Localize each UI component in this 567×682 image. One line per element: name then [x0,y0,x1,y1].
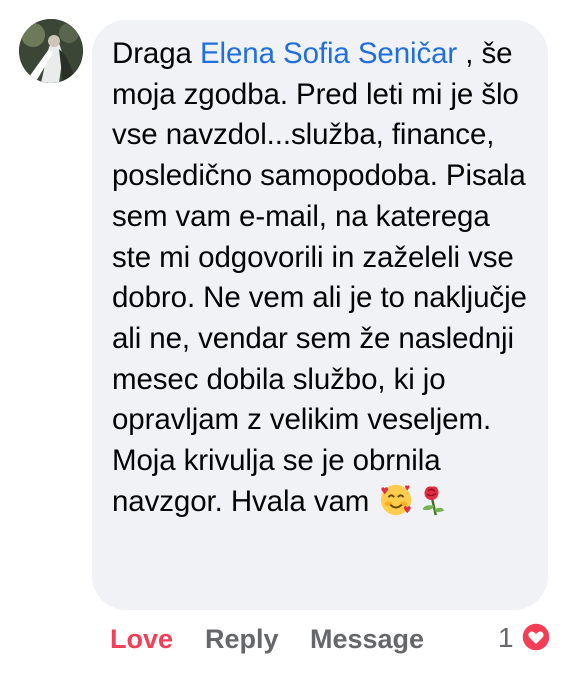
smiling-face-with-hearts-icon [381,484,412,515]
comment-greeting: Draga [112,37,200,70]
message-button[interactable]: Message [310,624,424,655]
author-mention-link[interactable]: Elena Sofia Seničar [200,37,457,70]
heart-reaction-icon[interactable] [521,622,551,652]
comment-body: , še moja zgodba. Pred leti mi je šlo vs… [112,37,527,518]
comment-thread: Draga Elena Sofia Seničar , še moja zgod… [0,0,567,682]
comment-text: Draga Elena Sofia Seničar , še moja zgod… [112,34,532,522]
love-reaction-button[interactable]: Love [110,624,173,655]
avatar-photo [19,19,83,83]
reply-button[interactable]: Reply [205,624,279,655]
comment-bubble: Draga Elena Sofia Seničar , še moja zgod… [92,20,548,610]
rose-icon [422,486,445,516]
reaction-count[interactable]: 1 [498,622,514,654]
comment-actions: Love Reply Message 1 [0,620,567,660]
avatar[interactable] [19,19,83,83]
